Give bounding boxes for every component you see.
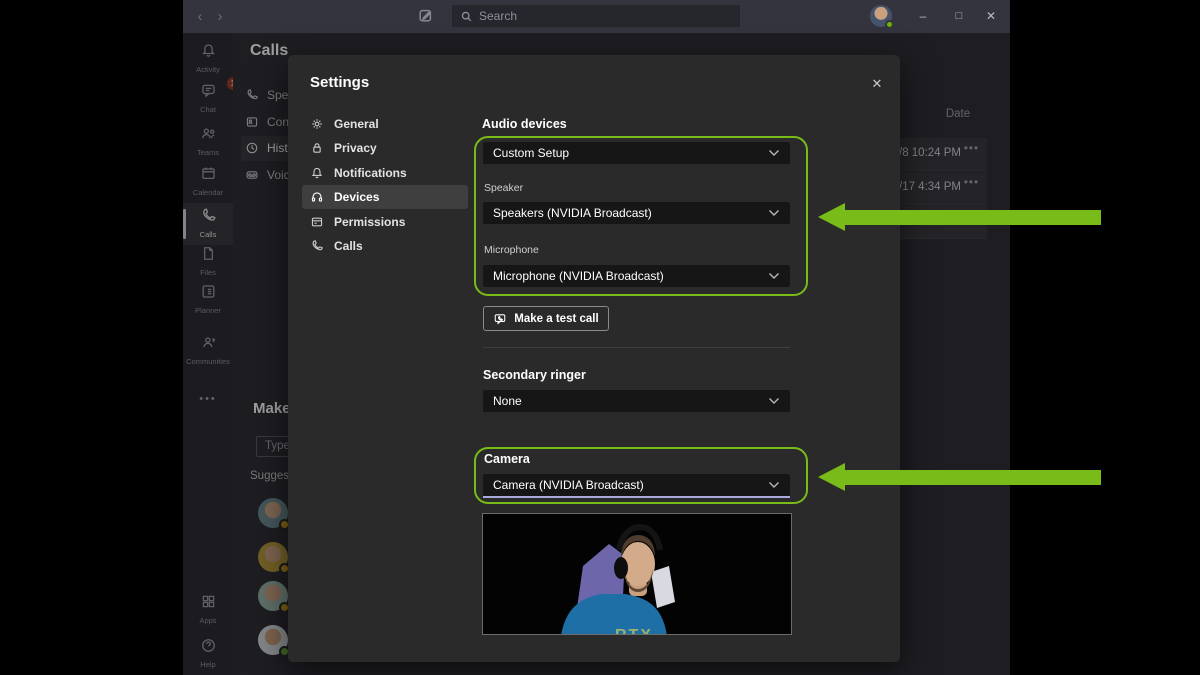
- screen: ‹ › Search – □ ✕ Activity: [0, 0, 1200, 675]
- annotation-arrows: [0, 0, 1200, 675]
- green-arrow-audio: [818, 203, 1101, 231]
- green-arrow-camera: [818, 463, 1101, 491]
